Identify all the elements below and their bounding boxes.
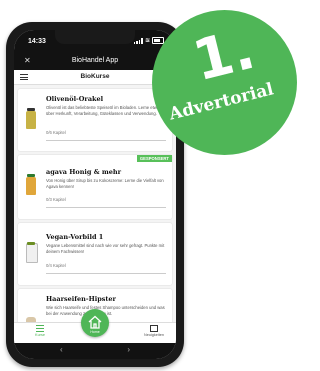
bottom-navigation: Kurse Home Neuigkeiten (14, 309, 176, 343)
nav-courses-label: Kurse (35, 333, 45, 337)
course-progress: 0/4 Kapitel (46, 263, 66, 268)
app-title: BioHandel App (71, 57, 119, 64)
newspaper-icon (150, 325, 158, 332)
section-title: BioKurse (80, 73, 110, 80)
sponsored-badge: GESPONSERT (136, 155, 172, 162)
divider (46, 207, 166, 208)
course-description: Vegane Lebensmittel sind nach wie vor se… (46, 243, 165, 254)
divider (46, 273, 166, 274)
course-title: Haarseifen-Hipster (46, 295, 116, 303)
close-icon[interactable]: ✕ (24, 52, 31, 70)
home-icon (88, 315, 102, 329)
status-time: 14:33 (28, 38, 46, 45)
system-navigation-bar: ‹ › (14, 343, 176, 359)
olive-oil-bottle-image (22, 99, 40, 129)
list-icon (36, 325, 44, 332)
home-button[interactable]: Home (81, 309, 109, 337)
nav-courses[interactable]: Kurse (28, 325, 52, 337)
honey-jar-image (22, 165, 40, 195)
course-title: Olivenöl-Orakel (46, 95, 104, 103)
vegan-product-image (22, 233, 40, 263)
hamburger-icon[interactable] (20, 74, 28, 82)
app-titlebar: ✕ BioHandel App (14, 52, 176, 70)
course-description: Von Honig über Sirup bis zu Kokoscreme: … (46, 178, 164, 189)
course-title: agava Honig & mehr (46, 168, 121, 176)
divider (46, 140, 166, 141)
nav-news-label: Neuigkeiten (143, 333, 165, 337)
course-card[interactable]: Vegan-Vorbild 1 Vegane Lebensmittel sind… (18, 223, 172, 285)
advertorial-badge: 1. Advertorial (152, 10, 297, 155)
course-card[interactable]: Olivenöl-Orakel Olivenöl ist das beliebt… (18, 89, 172, 151)
advertorial-number: 1. (186, 16, 262, 95)
course-progress: 0/6 Kapitel (46, 130, 66, 135)
back-icon[interactable]: ‹ (60, 345, 63, 354)
status-icons: ≋ (133, 37, 164, 44)
home-label: Home (90, 330, 100, 334)
wifi-icon: ≋ (144, 38, 150, 44)
course-list: Olivenöl-Orakel Olivenöl ist das beliebt… (14, 85, 176, 339)
phone-notch (55, 30, 135, 44)
course-progress: 0/3 Kapitel (46, 197, 66, 202)
signal-icon (133, 37, 143, 44)
forward-icon[interactable]: › (127, 345, 130, 354)
course-description: Olivenöl ist das beliebteste Speiseöl im… (46, 105, 162, 116)
course-card[interactable]: GESPONSERT agava Honig & mehr Von Honig … (18, 155, 172, 219)
course-title: Vegan-Vorbild 1 (46, 233, 104, 241)
nav-news[interactable]: Neuigkeiten (142, 325, 166, 337)
